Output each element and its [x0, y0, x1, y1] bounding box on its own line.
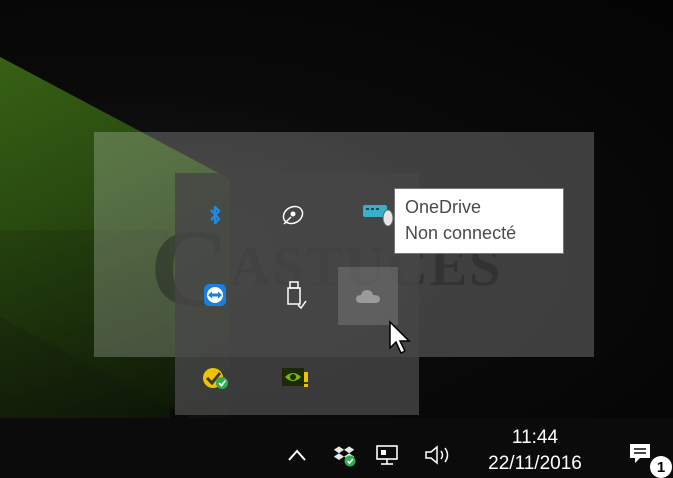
network-icon[interactable]: [372, 440, 402, 470]
usb-safely-remove-icon-glyph: [287, 281, 307, 310]
tooltip-title: OneDrive: [405, 197, 482, 217]
taskbar-clock[interactable]: 11:44 22/11/2016: [470, 423, 600, 478]
network-satellite-icon[interactable]: [273, 195, 313, 235]
volume-icon[interactable]: [420, 440, 460, 470]
nvidia-warning-icon-glyph: [282, 368, 308, 387]
chevron-up-icon: [288, 449, 306, 461]
show-hidden-icons-button[interactable]: [282, 440, 312, 470]
norton-check-icon-glyph: [203, 368, 228, 389]
teamviewer-icon[interactable]: [195, 275, 235, 315]
teamviewer-icon-glyph: [204, 284, 226, 306]
usb-safely-remove-icon[interactable]: [275, 275, 315, 315]
bluetooth-icon-glyph: [210, 205, 221, 225]
dropbox-icon[interactable]: [330, 440, 360, 470]
clock-time: 11:44: [511, 427, 559, 448]
network-satellite-icon-glyph: [282, 205, 304, 225]
norton-check-icon[interactable]: [195, 358, 235, 398]
keyboard-mouse-icon[interactable]: [358, 195, 398, 235]
notification-overflow-panel: [175, 173, 419, 415]
tooltip-status: Non connecté: [405, 223, 517, 243]
onedrive-tooltip: OneDrive Non connecté: [394, 188, 564, 254]
bluetooth-icon[interactable]: [195, 195, 235, 235]
notification-icon: [630, 444, 650, 463]
onedrive-cloud-icon[interactable]: [338, 267, 398, 325]
nvidia-warning-icon[interactable]: [275, 358, 315, 398]
onedrive-cloud-icon-glyph: [356, 290, 380, 303]
keyboard-mouse-icon-glyph: [363, 205, 394, 227]
dropbox-sync-icon: [333, 446, 356, 467]
speaker-volume-icon: [425, 445, 449, 465]
clock-date: 22/11/2016: [488, 453, 582, 474]
mouse-cursor-icon: [388, 320, 414, 361]
notification-count-badge: 1: [650, 456, 672, 478]
wired-network-icon: [376, 445, 398, 465]
